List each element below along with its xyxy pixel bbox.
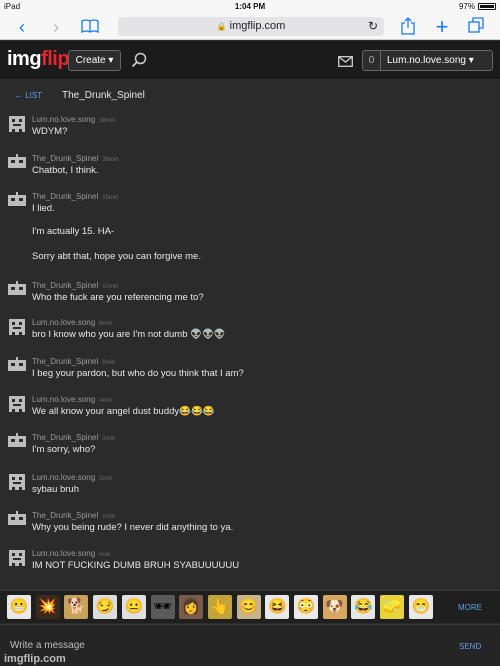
compose-bar: Write a message SEND bbox=[0, 624, 500, 666]
message-text: We all know your angel dust buddy😂😂😂 bbox=[32, 406, 215, 417]
spongebob-icon[interactable]: 🧽 bbox=[380, 595, 405, 619]
status-bar: iPad 1:04 PM 97% bbox=[0, 0, 500, 13]
site-header: imgflip Create ▾ 0 Lum.no.love.song ▾ bbox=[0, 41, 500, 79]
battery-icon bbox=[478, 3, 496, 10]
avatar-icon[interactable] bbox=[7, 115, 27, 132]
avatar-icon[interactable] bbox=[7, 154, 27, 171]
message-time: 8min bbox=[102, 360, 116, 366]
message-text: Sorry abt that, hope you can forgive me. bbox=[32, 251, 201, 262]
more-emoji-button[interactable]: MORE bbox=[458, 603, 482, 612]
message-author[interactable]: The_Drunk_Spinel 10min bbox=[32, 281, 119, 290]
message-text: Why you being rude? I never did anything… bbox=[32, 522, 234, 533]
message-text: Who the fuck are you referencing me to? bbox=[32, 292, 204, 303]
avatar-icon[interactable] bbox=[7, 473, 27, 490]
message-text: Chatbot, I think. bbox=[32, 165, 99, 176]
message-author[interactable]: Lum.no.love.song 8min bbox=[32, 318, 112, 327]
conversation-header: ← LIST The_Drunk_Spinel bbox=[0, 85, 500, 107]
sunglasses-thing-icon[interactable]: 🕶 bbox=[150, 595, 175, 619]
message-text: sybau bruh bbox=[32, 484, 80, 495]
lol-face-icon[interactable]: 😆 bbox=[265, 595, 290, 619]
message-time: 4min bbox=[99, 398, 113, 404]
message-author[interactable]: The_Drunk_Spinel 15min bbox=[32, 192, 119, 201]
message-author[interactable]: Lum.no.love.song 2min bbox=[32, 473, 112, 482]
back-arrow-icon[interactable]: ‹ bbox=[12, 17, 32, 37]
imgflip-logo[interactable]: imgflip bbox=[7, 48, 70, 71]
search-icon[interactable] bbox=[131, 52, 147, 68]
avatar-icon[interactable] bbox=[7, 281, 27, 298]
doge-shiba-icon[interactable]: 🐶 bbox=[322, 595, 347, 619]
message-time: 8min bbox=[99, 321, 113, 327]
avatar-icon[interactable] bbox=[7, 511, 27, 528]
rage-face-icon[interactable]: 😬 bbox=[7, 595, 31, 619]
message-text: bro I know who you are I'm not dumb 👽👽👽 bbox=[32, 329, 226, 340]
big-eyes-face-icon[interactable]: 😳 bbox=[294, 595, 318, 619]
message-text: I'm sorry, who? bbox=[32, 444, 96, 455]
clock: 1:04 PM bbox=[234, 2, 266, 11]
message-author[interactable]: The_Drunk_Spinel 1min bbox=[32, 511, 115, 520]
screen: iPad 1:04 PM 97% ‹ › 🔒 imgflip.com ↻ + im… bbox=[0, 0, 500, 666]
avatar-icon[interactable] bbox=[7, 395, 27, 412]
message-author[interactable]: The_Drunk_Spinel 36min bbox=[32, 154, 119, 163]
message-time: 36min bbox=[102, 157, 119, 163]
mail-icon[interactable] bbox=[338, 54, 353, 67]
avatar-icon[interactable] bbox=[7, 318, 27, 335]
avatar-icon[interactable] bbox=[7, 549, 27, 566]
message-text: I lied. bbox=[32, 203, 55, 214]
message-text: IM NOT FUCKING DUMB BRUH SYABUUUUUU bbox=[32, 560, 240, 571]
doge-face-icon[interactable]: 🐕 bbox=[64, 595, 89, 619]
message-text: I beg your pardon, but who do you think … bbox=[32, 368, 244, 379]
avatar-icon[interactable] bbox=[7, 433, 27, 450]
laughing-face-icon[interactable]: 😂 bbox=[351, 595, 376, 619]
lock-icon: 🔒 bbox=[216, 22, 227, 31]
reload-icon[interactable]: ↻ bbox=[368, 17, 378, 36]
battery-percent: 97% bbox=[458, 2, 475, 11]
message-input[interactable]: Write a message bbox=[10, 640, 85, 651]
imgflip-watermark: imgflip.com bbox=[4, 653, 66, 665]
new-tab-icon[interactable]: + bbox=[432, 16, 452, 38]
troll-face-icon[interactable]: 😏 bbox=[93, 595, 118, 619]
message-time: 38min bbox=[99, 118, 116, 124]
address-bar[interactable]: 🔒 imgflip.com ↻ bbox=[118, 17, 384, 36]
share-icon[interactable] bbox=[398, 17, 418, 37]
pointing-hand-icon[interactable]: 👆 bbox=[207, 595, 232, 619]
avatar-icon[interactable] bbox=[7, 192, 27, 209]
back-to-list-link[interactable]: ← LIST bbox=[15, 91, 42, 100]
bookmarks-icon[interactable] bbox=[80, 17, 100, 37]
tabs-icon[interactable] bbox=[466, 17, 486, 37]
message-time: 15min bbox=[102, 195, 119, 201]
message-time: 1min bbox=[102, 514, 116, 520]
message-author[interactable]: Lum.no.love.song now bbox=[32, 549, 110, 558]
send-button[interactable]: SEND bbox=[459, 642, 481, 651]
forward-arrow-icon[interactable]: › bbox=[46, 17, 66, 37]
conversation-title: The_Drunk_Spinel bbox=[62, 90, 145, 101]
message-time: now bbox=[99, 552, 111, 558]
message-text: WDYM? bbox=[32, 126, 68, 137]
avatar-icon[interactable] bbox=[7, 357, 27, 374]
user-menu[interactable]: 0 Lum.no.love.song ▾ bbox=[362, 50, 493, 71]
status-right: 97% bbox=[459, 2, 496, 11]
message-author[interactable]: The_Drunk_Spinel 8min bbox=[32, 357, 115, 366]
cute-girl-face-icon[interactable]: 😊 bbox=[236, 595, 261, 619]
emoji-bar: MORE 😬 💥 🐕 😏 😐 🕶 👩 👆 😊 😆 😳 🐶 😂 🧽 😁 bbox=[0, 590, 500, 623]
message-author[interactable]: Lum.no.love.song 38min bbox=[32, 115, 116, 124]
message-author[interactable]: The_Drunk_Spinel 3min bbox=[32, 433, 115, 442]
message-author[interactable]: Lum.no.love.song 4min bbox=[32, 395, 112, 404]
message-time: 10min bbox=[102, 284, 119, 290]
url-text: imgflip.com bbox=[229, 20, 286, 32]
grinning-face-icon[interactable]: 😁 bbox=[408, 595, 433, 619]
nuclear-explosion-icon[interactable]: 💥 bbox=[35, 595, 60, 619]
okay-face-icon[interactable]: 😐 bbox=[121, 595, 146, 619]
username-label: Lum.no.love.song ▾ bbox=[387, 55, 474, 66]
woman-photo-icon[interactable]: 👩 bbox=[179, 595, 204, 619]
message-time: 2min bbox=[99, 476, 113, 482]
message-text: I'm actually 15. HA- bbox=[32, 226, 115, 237]
create-button[interactable]: Create ▾ bbox=[68, 50, 121, 71]
notification-count[interactable]: 0 bbox=[363, 51, 381, 70]
message-time: 3min bbox=[102, 436, 116, 442]
browser-toolbar: ‹ › 🔒 imgflip.com ↻ + bbox=[0, 13, 500, 40]
